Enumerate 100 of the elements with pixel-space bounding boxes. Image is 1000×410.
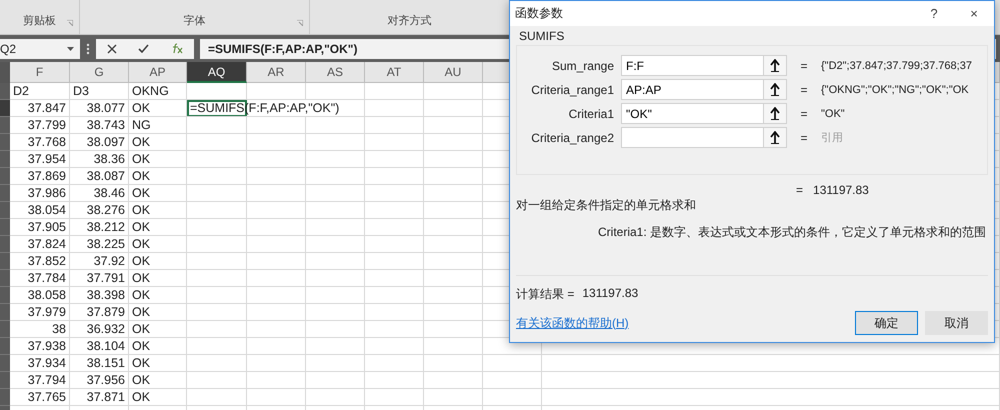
empty-cell (247, 253, 306, 270)
function-description: 对一组给定条件指定的单元格求和 (516, 197, 697, 214)
close-button[interactable]: × (954, 2, 994, 26)
result-label: 计算结果 = (516, 286, 574, 303)
empty-cell (306, 83, 365, 100)
table-cell: 37.938 (10, 338, 70, 355)
empty-cell (306, 270, 365, 287)
ok-button[interactable]: 确定 (855, 311, 918, 335)
table-cell: 38.104 (70, 338, 129, 355)
collapse-button[interactable] (764, 79, 787, 100)
dialog-title: 函数参数 (515, 5, 564, 22)
equals-sign: = (799, 106, 808, 120)
table-cell: OK (129, 287, 187, 304)
row-header[interactable] (0, 134, 10, 151)
row-header[interactable] (0, 151, 10, 168)
table-cell: 38.097 (70, 134, 129, 151)
dialog-launcher-icon[interactable] (67, 20, 73, 26)
table-cell: OK (129, 253, 187, 270)
table-cell: 38.36 (70, 151, 129, 168)
table-cell: 37.847 (10, 100, 70, 117)
row-header[interactable] (0, 389, 10, 406)
row-header[interactable] (0, 219, 10, 236)
empty-cell (247, 338, 306, 355)
table-cell: OK (129, 100, 187, 117)
empty-cell (247, 287, 306, 304)
empty-cell (306, 134, 365, 151)
table-cell: 38.398 (70, 287, 129, 304)
empty-cell (187, 338, 247, 355)
close-icon[interactable] (106, 44, 117, 54)
row-header[interactable] (0, 355, 10, 372)
check-icon[interactable] (138, 44, 150, 53)
argument-field[interactable]: AP:AP (621, 79, 764, 100)
column-header[interactable]: F (10, 62, 70, 83)
row-header[interactable] (0, 83, 10, 100)
table-cell: 38.054 (10, 202, 70, 219)
column-header[interactable]: G (70, 62, 129, 83)
row-header[interactable] (0, 236, 10, 253)
row-header[interactable] (0, 100, 10, 117)
empty-cell (365, 253, 424, 270)
column-header[interactable]: AU (424, 62, 483, 83)
table-cell: OK (129, 372, 187, 389)
empty-cell (247, 321, 306, 338)
row-header[interactable] (0, 185, 10, 202)
argument-field[interactable] (621, 127, 764, 148)
column-header[interactable]: AT (365, 62, 424, 83)
help-button[interactable]: ? (914, 2, 954, 26)
row-header[interactable] (0, 321, 10, 338)
name-box[interactable]: Q2 (0, 38, 80, 58)
formula-total: 131197.83 (813, 183, 869, 197)
row-header[interactable] (0, 202, 10, 219)
row-header[interactable] (0, 117, 10, 134)
row-header[interactable] (0, 253, 10, 270)
row-header[interactable] (0, 287, 10, 304)
help-link[interactable]: 有关该函数的帮助(H) (516, 314, 848, 332)
argument-field[interactable]: F:F (621, 55, 764, 76)
function-icon[interactable] (171, 43, 184, 54)
table-cell: 37.869 (10, 168, 70, 185)
empty-cell (306, 236, 365, 253)
collapse-button[interactable] (764, 103, 787, 124)
empty-cell (306, 117, 365, 134)
argument-field[interactable]: "OK" (621, 103, 764, 124)
table-cell: NG (129, 117, 187, 134)
cancel-button[interactable]: 取消 (925, 311, 988, 335)
up-arrow-icon (770, 83, 780, 96)
empty-cell (187, 372, 247, 389)
empty-cell (187, 270, 247, 287)
argument-label: Sum_range (550, 58, 615, 72)
argument-result: 引用 (821, 131, 844, 145)
empty-cell (365, 168, 424, 185)
empty-cell (306, 185, 365, 202)
empty-cell (247, 117, 306, 134)
column-header[interactable]: AP (129, 62, 187, 83)
row-header[interactable] (0, 270, 10, 287)
empty-cell (306, 389, 365, 406)
empty-cell (306, 253, 365, 270)
table-cell: 37.934 (10, 355, 70, 372)
collapse-button[interactable] (764, 127, 787, 148)
column-header[interactable]: AR (247, 62, 306, 83)
dialog-launcher-icon[interactable] (297, 20, 303, 26)
ribbon-group-label: 对齐方式 (388, 14, 432, 28)
row-header[interactable] (0, 304, 10, 321)
collapse-button[interactable] (764, 55, 787, 76)
row-header[interactable] (0, 168, 10, 185)
empty-cell (247, 270, 306, 287)
column-header[interactable]: AQ (187, 62, 247, 83)
column-header[interactable]: AS (306, 62, 365, 83)
select-all-corner[interactable] (0, 62, 10, 83)
empty-cell (424, 389, 483, 406)
row-header[interactable] (0, 338, 10, 355)
ribbon-group-label: 字体 (184, 14, 206, 28)
row-header[interactable] (0, 372, 10, 389)
argument-result: "OK" (821, 108, 846, 120)
empty-cell (247, 372, 306, 389)
table-cell: OKNG (129, 83, 187, 100)
empty-cell (365, 304, 424, 321)
empty-cell (365, 321, 424, 338)
empty-cell (187, 185, 247, 202)
empty-cell (306, 219, 365, 236)
empty-cell (365, 202, 424, 219)
function-name: SUMIFS (519, 29, 566, 43)
